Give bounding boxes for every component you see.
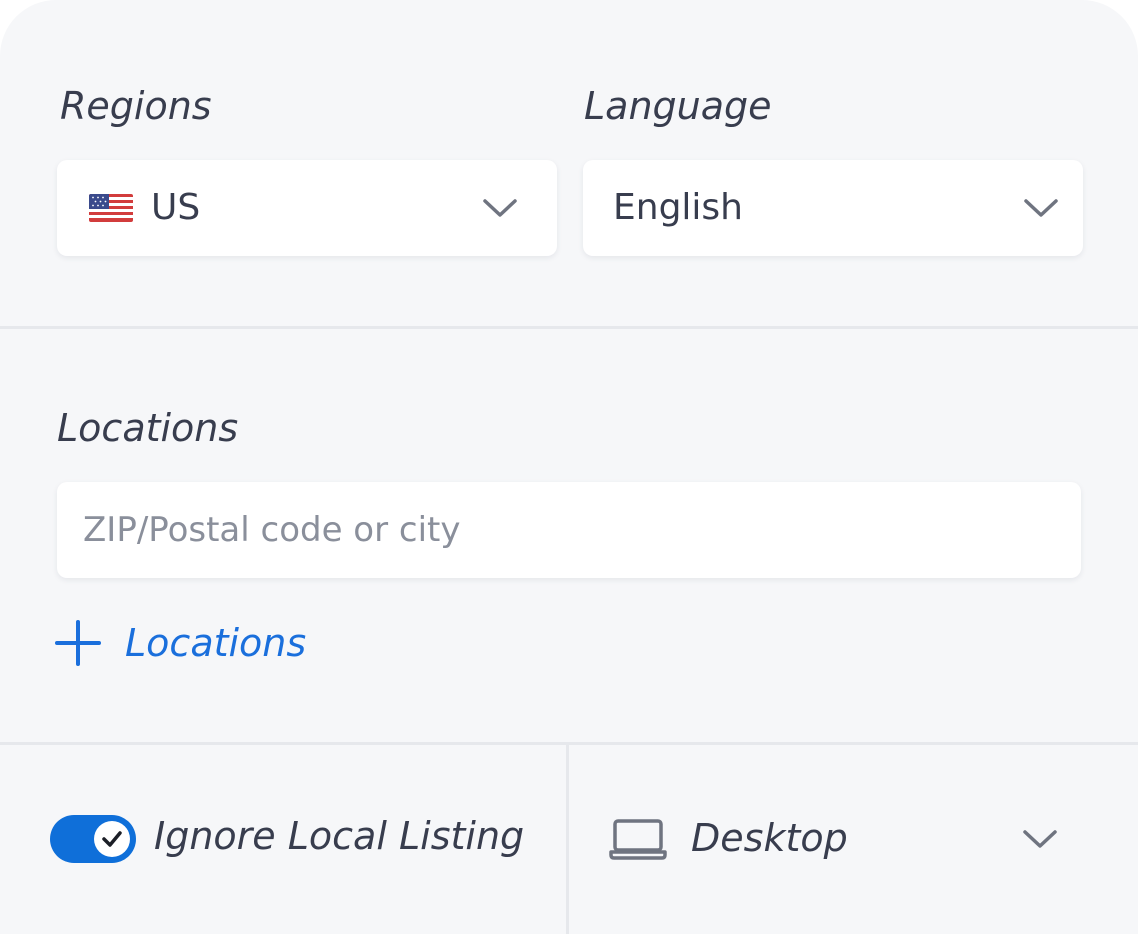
regions-label: Regions xyxy=(60,84,212,128)
add-location-button[interactable]: Locations xyxy=(55,620,306,666)
regions-value: US xyxy=(151,187,201,228)
section-divider xyxy=(0,742,1138,745)
checkmark-icon xyxy=(102,831,122,847)
toggle-knob xyxy=(94,821,130,857)
chevron-down-icon xyxy=(1023,830,1057,848)
us-flag-icon xyxy=(89,194,133,222)
regions-select[interactable]: US xyxy=(57,160,557,256)
column-divider xyxy=(566,745,569,934)
location-search-input[interactable] xyxy=(57,482,1081,578)
language-select[interactable]: English xyxy=(583,160,1083,256)
add-location-label: Locations xyxy=(125,621,307,665)
language-label: Language xyxy=(584,84,772,128)
language-value: English xyxy=(613,187,743,228)
device-value: Desktop xyxy=(691,816,848,860)
plus-icon xyxy=(55,620,101,666)
ignore-local-listing-toggle[interactable] xyxy=(50,815,136,863)
chevron-down-icon xyxy=(483,199,517,217)
device-select[interactable]: Desktop xyxy=(571,746,1138,934)
laptop-icon xyxy=(609,819,667,860)
ignore-local-listing-label: Ignore Local Listing xyxy=(154,814,525,858)
locations-label: Locations xyxy=(57,406,239,450)
section-divider xyxy=(0,326,1138,329)
search-settings-panel: Regions US Language English Locations ZI… xyxy=(0,0,1138,934)
chevron-down-icon xyxy=(1024,199,1058,217)
